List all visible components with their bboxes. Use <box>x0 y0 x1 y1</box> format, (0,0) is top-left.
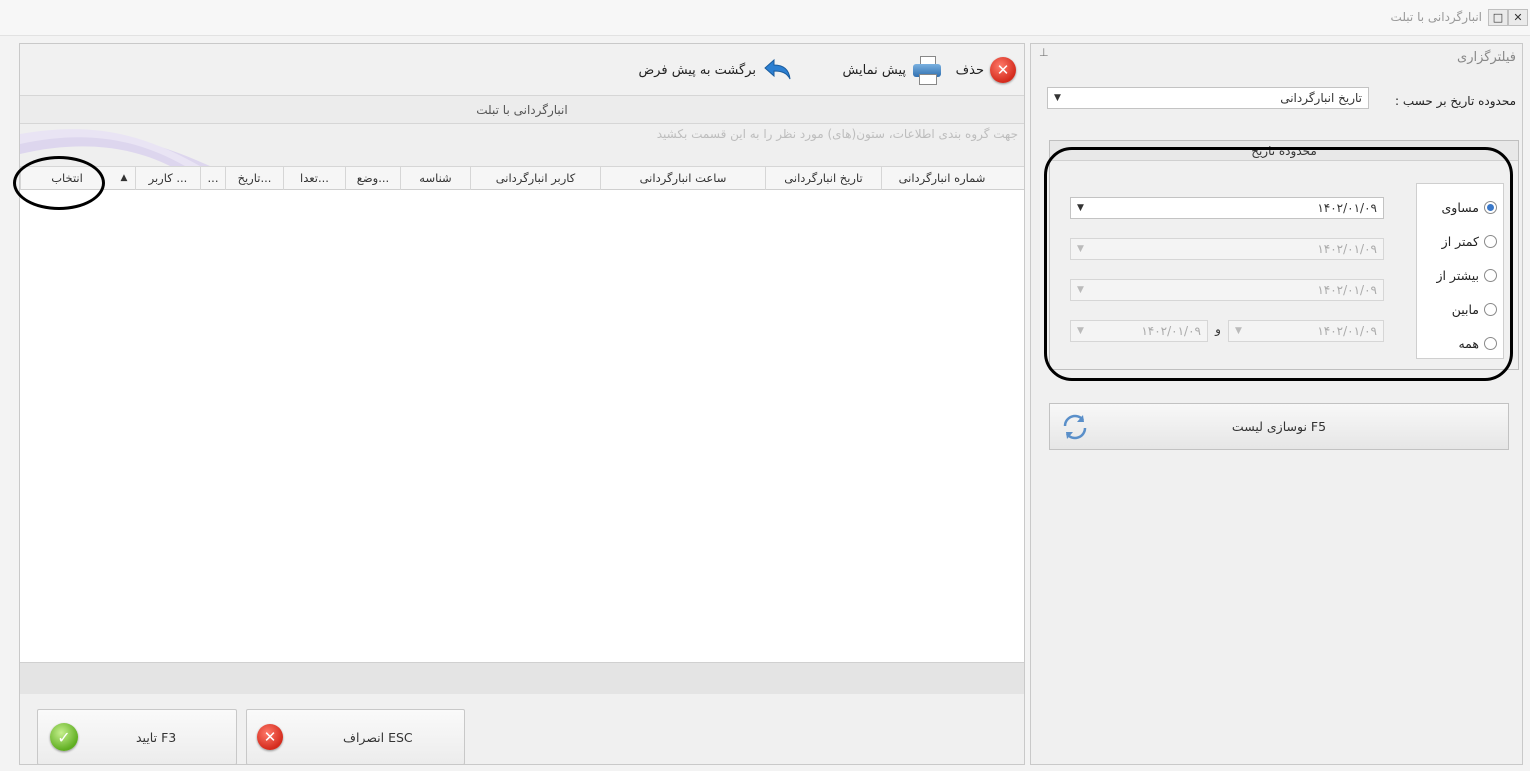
delete-button[interactable]: ✕ حذف <box>956 44 1016 96</box>
reset-default-button[interactable]: برگشت به پیش فرض <box>638 44 794 96</box>
confirm-button[interactable]: ✓ تایید F3 <box>37 709 237 765</box>
delete-label: حذف <box>955 62 984 78</box>
inventory-grid-panel: ✕ حذف پیش نمایش برگشت به پیش فرض انبارگر… <box>19 43 1025 765</box>
column-header[interactable]: تاریخ انبارگردانی <box>765 167 881 191</box>
column-header[interactable]: ... <box>200 167 225 191</box>
date-range-by-value: تاریخ انبارگردانی <box>1280 91 1362 105</box>
column-header[interactable]: تعدا... <box>283 167 345 191</box>
confirm-label: تایید F3 <box>136 729 177 745</box>
column-header[interactable]: تاریخ... <box>225 167 283 191</box>
print-preview-label: پیش نمایش <box>842 62 906 78</box>
date-range-by-select[interactable]: تاریخ انبارگردانی ▼ <box>1047 87 1369 109</box>
reset-default-label: برگشت به پیش فرض <box>638 62 756 78</box>
column-header[interactable]: کاربر انبارگردانی <box>470 167 600 191</box>
restore-button[interactable]: □ <box>1488 9 1508 26</box>
column-header[interactable]: شماره انبارگردانی <box>881 167 1002 191</box>
grid-header-row: شماره انبارگردانی تاریخ انبارگردانی ساعت… <box>20 166 1024 191</box>
refresh-list-button[interactable]: نوسازی لیست F5 <box>1049 403 1509 450</box>
column-header[interactable]: ساعت انبارگردانی <box>600 167 765 191</box>
annotation-oval-date-range <box>1044 147 1513 381</box>
grid-footer <box>20 662 1024 694</box>
pin-icon[interactable]: ⊥ <box>1039 46 1049 59</box>
column-header[interactable]: کاربر ... <box>135 167 200 191</box>
grid-body[interactable] <box>20 190 1024 662</box>
toolbar: ✕ حذف پیش نمایش برگشت به پیش فرض <box>20 44 1024 96</box>
cancel-button[interactable]: ✕ انصراف ESC <box>246 709 465 765</box>
window-title: انبارگردانی با تبلت <box>1390 10 1482 24</box>
delete-icon: ✕ <box>990 57 1016 83</box>
column-header[interactable]: وضع... <box>345 167 400 191</box>
back-arrow-icon <box>764 58 791 80</box>
restore-icon: □ <box>1492 11 1504 24</box>
group-by-panel[interactable]: جهت گروه بندی اطلاعات، ستون(های) مورد نظ… <box>20 124 1024 166</box>
sort-ascending-icon[interactable]: ▲ <box>113 167 135 191</box>
refresh-list-label: نوسازی لیست F5 <box>1231 419 1327 434</box>
date-range-by-label: محدوده تاریخ بر حسب : <box>1395 94 1516 108</box>
chevron-down-icon: ▼ <box>1054 93 1061 103</box>
cancel-label: انصراف ESC <box>343 729 413 745</box>
check-icon: ✓ <box>50 723 78 751</box>
window-titlebar: انبارگردانی با تبلت □ ✕ <box>0 0 1530 36</box>
cancel-icon: ✕ <box>257 724 283 750</box>
grid-title: انبارگردانی با تبلت <box>20 96 1024 124</box>
annotation-circle-select-column <box>13 156 105 210</box>
print-preview-button[interactable]: پیش نمایش <box>842 44 942 96</box>
column-header[interactable]: شناسه <box>400 167 470 191</box>
close-icon: ✕ <box>1513 11 1523 24</box>
printer-icon <box>912 55 942 85</box>
close-button[interactable]: ✕ <box>1508 9 1528 26</box>
filter-panel-title: فیلترگزاری <box>1457 50 1516 65</box>
group-by-hint: جهت گروه بندی اطلاعات، ستون(های) مورد نظ… <box>656 127 1018 141</box>
